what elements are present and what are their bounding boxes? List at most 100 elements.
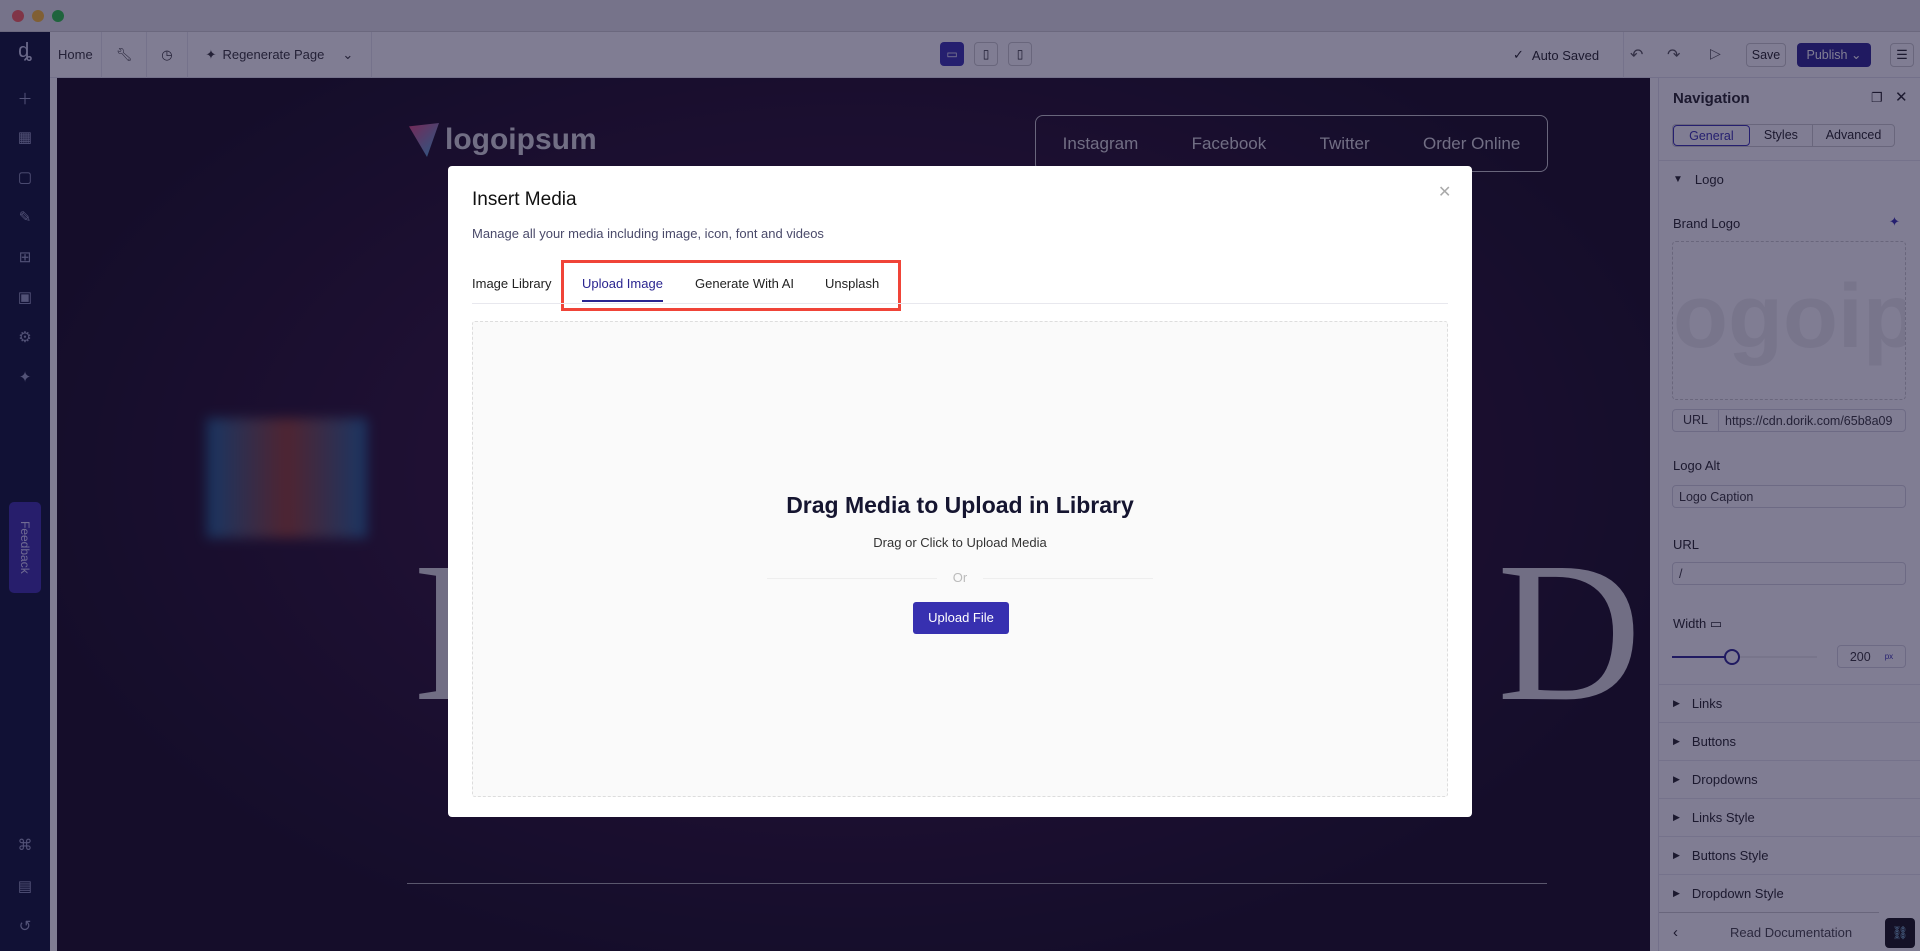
- logo-alt-label: Logo Alt: [1673, 458, 1720, 473]
- unit-selector[interactable]: px: [1885, 652, 1893, 661]
- publish-label: Publish: [1806, 48, 1848, 62]
- tablet-view-icon[interactable]: ▯: [974, 42, 998, 66]
- section-label: Buttons Style: [1691, 848, 1769, 863]
- tabs-divider: [472, 303, 1448, 304]
- maximize-window-button[interactable]: [52, 10, 64, 22]
- upload-file-button[interactable]: Upload File: [913, 602, 1009, 634]
- mobile-view-icon[interactable]: ▯: [1008, 42, 1032, 66]
- regenerate-label: Regenerate Page: [222, 47, 325, 62]
- width-slider[interactable]: [1672, 649, 1817, 665]
- logo-text: logoipsum: [445, 123, 597, 156]
- preview-play-icon[interactable]: ▷: [1710, 45, 1721, 62]
- tab-styles[interactable]: Styles: [1750, 125, 1814, 146]
- or-divider-right: [983, 578, 1153, 579]
- ai-sparkle-icon[interactable]: ✦: [0, 368, 50, 386]
- section-buttons-style[interactable]: ▶ Buttons Style: [1659, 836, 1920, 874]
- home-link[interactable]: Home: [50, 31, 102, 78]
- desktop-view-icon[interactable]: ▭: [940, 42, 964, 66]
- close-window-button[interactable]: [12, 10, 24, 22]
- site-logo: logoipsum: [409, 123, 597, 157]
- auto-saved-status: ✓ Auto Saved: [1513, 32, 1625, 78]
- caret-right-icon: ▶: [1673, 698, 1680, 708]
- tab-image-library[interactable]: Image Library: [472, 276, 551, 291]
- layout-icon[interactable]: ⊞: [0, 248, 50, 266]
- slider-fill: [1672, 656, 1730, 658]
- caret-right-icon: ▶: [1673, 812, 1680, 822]
- upload-dropzone[interactable]: Drag Media to Upload in Library Drag or …: [472, 321, 1448, 797]
- url-addon: URL: [1673, 410, 1719, 431]
- chevron-down-icon: ⌄: [342, 46, 354, 62]
- settings-panel: Navigation ❐ ✕ General Styles Advanced ▼…: [1658, 78, 1920, 951]
- width-input[interactable]: 200 px: [1837, 645, 1906, 668]
- panel-footer: ‹ Read Documentation: [1659, 912, 1879, 951]
- close-panel-icon[interactable]: ✕: [1895, 88, 1908, 106]
- section-dropdown-style[interactable]: ▶ Dropdown Style: [1659, 874, 1920, 912]
- caret-right-icon: ▶: [1673, 736, 1680, 746]
- brand-logo-preview[interactable]: ogoip: [1672, 241, 1906, 400]
- section-links-style[interactable]: ▶ Links Style: [1659, 798, 1920, 836]
- section-logo[interactable]: ▼ Logo: [1659, 160, 1920, 198]
- page-icon[interactable]: ▢: [0, 168, 50, 186]
- nav-link-order-online[interactable]: Order Online: [1423, 134, 1520, 154]
- tab-generate-with-ai[interactable]: Generate With AI: [695, 276, 794, 291]
- plus-icon[interactable]: ＋: [0, 88, 50, 109]
- modal-subtitle: Manage all your media including image, i…: [472, 226, 824, 241]
- logo-url-field[interactable]: URL https://cdn.dorik.com/65b8a09: [1672, 409, 1906, 432]
- detach-panel-icon[interactable]: ❐: [1871, 90, 1883, 106]
- feedback-button[interactable]: Feedback: [9, 502, 41, 593]
- back-chevron-icon[interactable]: ‹: [1673, 924, 1678, 941]
- tab-general[interactable]: General: [1673, 125, 1750, 146]
- section-links[interactable]: ▶ Links: [1659, 684, 1920, 722]
- site-nav: Instagram Facebook Twitter Order Online: [1035, 115, 1548, 172]
- section-dropdowns[interactable]: ▶ Dropdowns: [1659, 760, 1920, 798]
- settings-icon[interactable]: ⚙: [0, 328, 50, 346]
- divider-line: [407, 883, 1547, 884]
- caret-down-icon: ▼: [1673, 174, 1683, 185]
- nav-link-instagram[interactable]: Instagram: [1063, 134, 1139, 154]
- clock-icon[interactable]: ◷: [147, 31, 188, 78]
- dropzone-title: Drag Media to Upload in Library: [786, 492, 1134, 518]
- minimize-window-button[interactable]: [32, 10, 44, 22]
- ai-sparkle-icon[interactable]: ✦: [1889, 214, 1900, 230]
- check-icon: ✓: [1513, 47, 1524, 62]
- caret-right-icon: ▶: [1673, 888, 1680, 898]
- regenerate-page-dropdown[interactable]: ✦ Regenerate Page ⌄: [188, 31, 373, 78]
- link-chain-icon[interactable]: ⛓: [1885, 918, 1915, 948]
- tab-unsplash[interactable]: Unsplash: [825, 276, 879, 291]
- command-icon[interactable]: ⌘: [0, 836, 50, 854]
- redo-icon[interactable]: ↷: [1667, 45, 1680, 65]
- tab-advanced[interactable]: Advanced: [1813, 125, 1894, 146]
- nav-link-facebook[interactable]: Facebook: [1192, 134, 1267, 154]
- section-buttons[interactable]: ▶ Buttons: [1659, 722, 1920, 760]
- or-label: Or: [952, 570, 968, 585]
- read-documentation-link[interactable]: Read Documentation: [1730, 925, 1852, 940]
- slider-handle[interactable]: [1724, 649, 1740, 665]
- nav-link-twitter[interactable]: Twitter: [1320, 134, 1370, 154]
- image-icon[interactable]: ▣: [0, 288, 50, 306]
- caret-right-icon: ▶: [1673, 774, 1680, 784]
- window-titlebar: [0, 0, 1920, 32]
- publish-button[interactable]: Publish ⌄: [1797, 43, 1871, 67]
- left-sidebar: ȡ ＋ ▦ ▢ ✎ ⊞ ▣ ⚙ ✦ Feedback ⌘ ▤ ↺: [0, 32, 50, 951]
- link-url-input[interactable]: /: [1672, 562, 1906, 585]
- book-icon[interactable]: ▤: [0, 877, 50, 895]
- hero-letter-right: D: [1497, 522, 1642, 743]
- tab-upload-image[interactable]: Upload Image: [582, 276, 663, 302]
- logo-alt-input[interactable]: Logo Caption: [1672, 485, 1906, 508]
- section-label: Links: [1691, 696, 1723, 711]
- design-tools-icon[interactable]: ✎: [0, 208, 50, 226]
- link-url-label: URL: [1673, 537, 1700, 552]
- width-label: Width: [1673, 616, 1707, 631]
- logo-url-value: https://cdn.dorik.com/65b8a09: [1725, 413, 1893, 428]
- menu-icon[interactable]: ☰: [1890, 43, 1914, 67]
- save-button[interactable]: Save: [1746, 43, 1786, 67]
- caret-right-icon: ▶: [1673, 850, 1680, 860]
- app-logo-icon: ȡ: [18, 40, 32, 62]
- undo-icon[interactable]: ↶: [1630, 45, 1643, 65]
- device-switcher: ▭ ▯ ▯: [940, 42, 1032, 66]
- history-icon[interactable]: ↺: [0, 917, 50, 935]
- grid-icon[interactable]: ▦: [0, 128, 50, 146]
- wrench-icon[interactable]: 🔧︎: [102, 31, 148, 78]
- background-lights: [207, 418, 367, 538]
- close-modal-icon[interactable]: ✕: [1438, 182, 1451, 202]
